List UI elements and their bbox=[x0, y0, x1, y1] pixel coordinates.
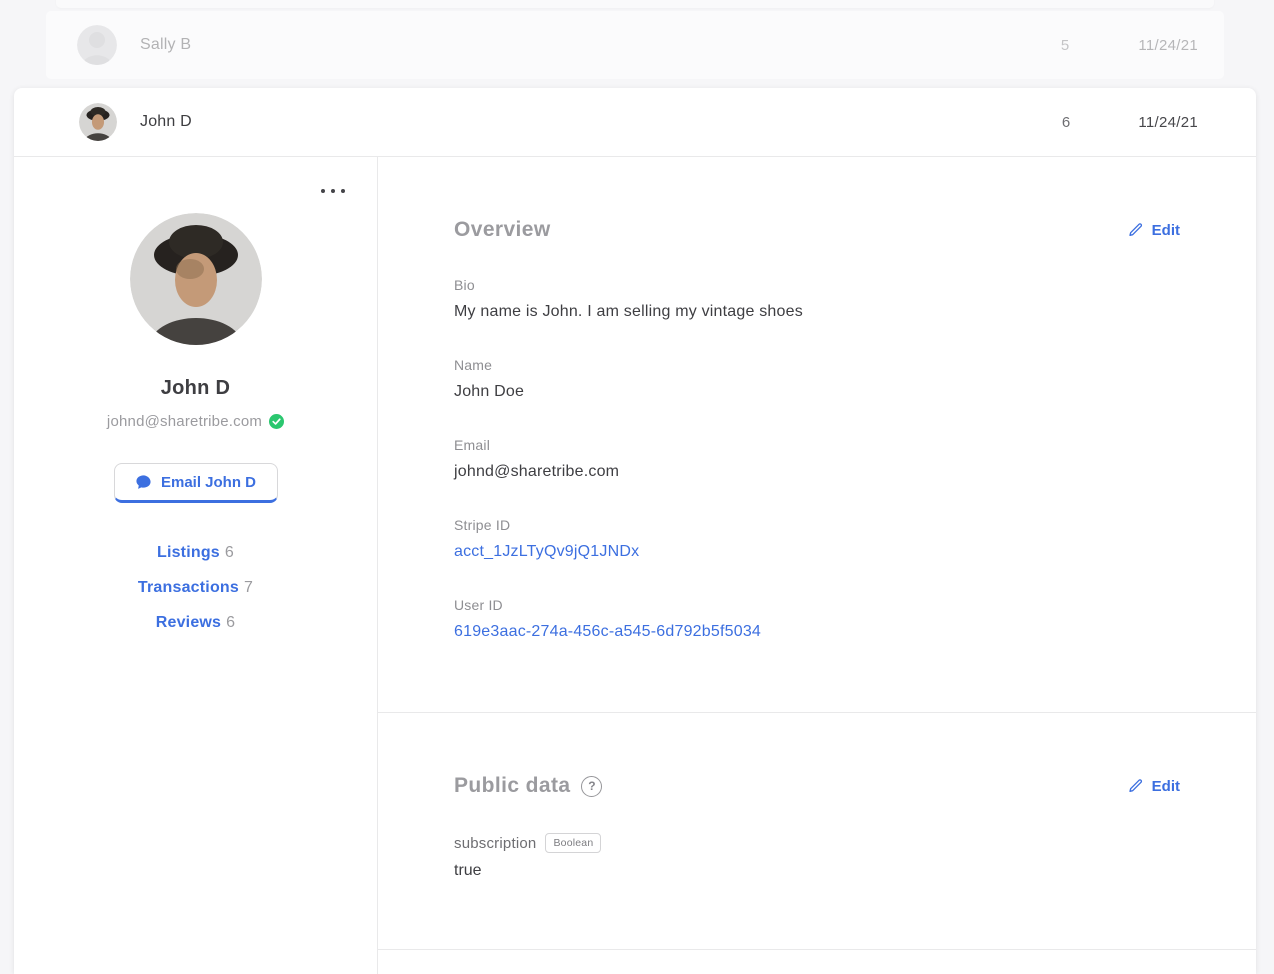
overview-edit-button[interactable]: Edit bbox=[1128, 222, 1180, 239]
field-bio: Bio My name is John. I am selling my vin… bbox=[454, 277, 1180, 323]
field-label: Email bbox=[454, 437, 491, 453]
user-row-sally[interactable]: Sally B 5 11/24/21 bbox=[46, 11, 1224, 79]
overview-title: Overview bbox=[454, 218, 551, 241]
edit-label: Edit bbox=[1151, 221, 1180, 239]
public-data-title: Public data bbox=[454, 774, 571, 797]
field-label: Name bbox=[454, 357, 493, 373]
field-stripe-id: Stripe ID acct_1JzLTyQv9jQ1JNDx bbox=[454, 517, 1180, 563]
nav-reviews-link[interactable]: Reviews 6 bbox=[14, 613, 377, 633]
field-label: Stripe ID bbox=[454, 517, 511, 533]
detail-content: Overview Edit Bio My name is John. I am … bbox=[378, 157, 1256, 974]
profile-nav: Listings 6 Transactions 7 Reviews 6 bbox=[14, 543, 377, 633]
field-value: My name is John. I am selling my vintage… bbox=[454, 303, 803, 320]
more-options-button[interactable] bbox=[317, 185, 349, 197]
field-user-id: User ID 619e3aac-274a-456c-a545-6d792b5f… bbox=[454, 597, 1180, 643]
row-date: 11/24/21 bbox=[1138, 113, 1198, 131]
edit-label: Edit bbox=[1151, 777, 1180, 795]
public-data-edit-button[interactable]: Edit bbox=[1128, 778, 1180, 795]
nav-listings-count: 6 bbox=[224, 544, 235, 561]
row-user-name: Sally B bbox=[140, 36, 192, 53]
nav-transactions-count: 7 bbox=[244, 579, 254, 596]
field-value: John Doe bbox=[454, 383, 525, 400]
verified-icon bbox=[269, 414, 285, 429]
email-user-label: Email John D bbox=[160, 473, 257, 491]
user-id-link[interactable]: 619e3aac-274a-456c-a545-6d792b5f5034 bbox=[454, 621, 1180, 643]
avatar bbox=[77, 25, 117, 65]
next-section-partial bbox=[378, 950, 1256, 974]
row-listing-count: 5 bbox=[1060, 36, 1070, 54]
nav-listings-link[interactable]: Listings 6 bbox=[14, 543, 377, 563]
profile-avatar bbox=[129, 213, 262, 345]
profile-sidebar: John D johnd@sharetribe.com Email John D… bbox=[14, 157, 378, 974]
public-data-section: Public data ? Edit subscription Boolean … bbox=[378, 713, 1256, 950]
user-card-john: John D 6 11/24/21 John D johnd@sharetrib… bbox=[14, 88, 1256, 974]
field-label: Bio bbox=[454, 277, 475, 293]
overview-section: Overview Edit Bio My name is John. I am … bbox=[378, 157, 1256, 713]
type-badge: Boolean bbox=[545, 833, 602, 853]
row-user-name: John D bbox=[140, 113, 192, 130]
profile-email: johnd@sharetribe.com bbox=[106, 413, 263, 430]
pencil-icon bbox=[1128, 222, 1144, 238]
email-user-button[interactable]: Email John D bbox=[113, 463, 278, 503]
nav-transactions-link[interactable]: Transactions 7 bbox=[14, 578, 377, 598]
field-value: johnd@sharetribe.com bbox=[454, 463, 620, 480]
stripe-id-link[interactable]: acct_1JzLTyQv9jQ1JNDx bbox=[454, 541, 1180, 563]
nav-reviews-count: 6 bbox=[226, 614, 236, 631]
profile-name: John D bbox=[160, 377, 231, 399]
chat-icon bbox=[135, 474, 152, 491]
user-row-john[interactable]: John D 6 11/24/21 bbox=[14, 88, 1256, 157]
help-icon[interactable]: ? bbox=[581, 775, 603, 797]
field-value: true bbox=[454, 862, 482, 879]
field-subscription: subscription Boolean bbox=[454, 833, 1180, 853]
field-label: User ID bbox=[454, 597, 503, 613]
pencil-icon bbox=[1128, 778, 1144, 794]
row-listing-count: 6 bbox=[1061, 113, 1071, 131]
user-admin-page: Sally B 5 11/24/21 John D 6 11/24/21 Joh… bbox=[0, 0, 1274, 974]
field-name: Name John Doe bbox=[454, 357, 1180, 403]
row-date: 11/24/21 bbox=[1138, 36, 1198, 54]
previous-row-partial[interactable] bbox=[56, 0, 1214, 8]
field-label: subscription bbox=[454, 834, 537, 852]
avatar bbox=[79, 103, 117, 141]
field-email: Email johnd@sharetribe.com bbox=[454, 437, 1180, 483]
